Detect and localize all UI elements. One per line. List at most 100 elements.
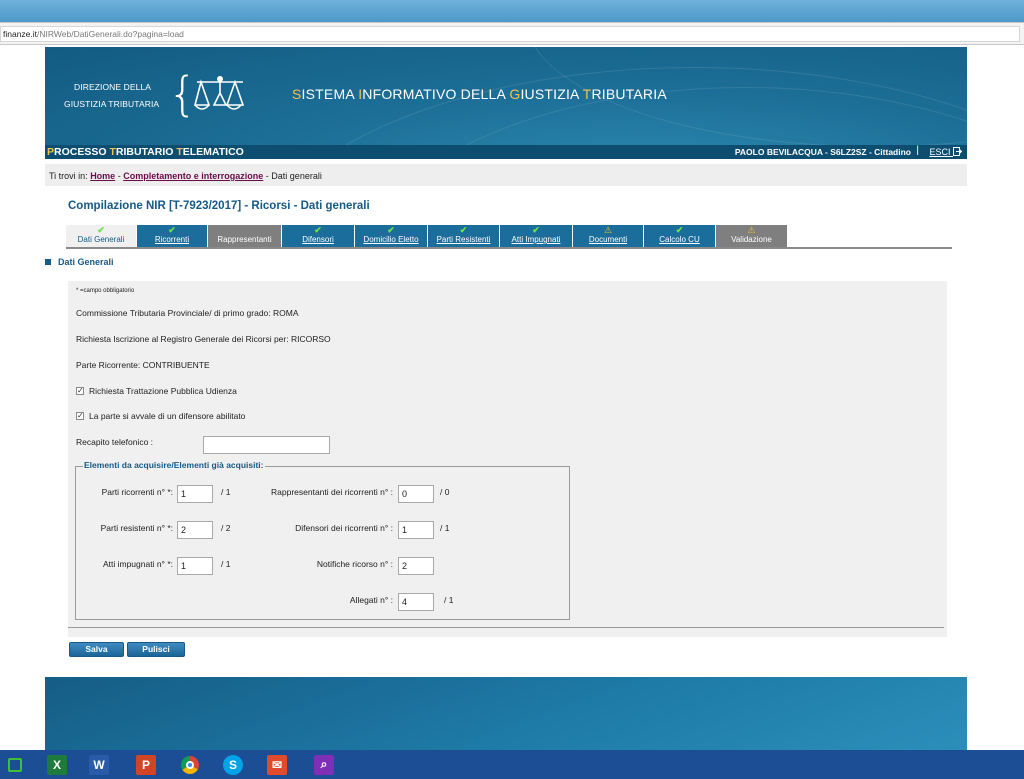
warning-icon: ⚠ (603, 225, 613, 235)
app-title-bar: PROCESSO TRIBUTARIO TELEMATICO PAOLO BEV… (45, 145, 967, 159)
breadcrumb-prefix: Ti trovi in: (49, 171, 88, 181)
tab-label: Documenti (588, 235, 628, 244)
logout-link[interactable]: ESCI (929, 147, 963, 157)
tab-bar: ✔ Dati Generali ✔ Ricorrenti Rappresentant… (66, 225, 788, 247)
tab-rappresentanti[interactable]: Rappresentanti (208, 225, 282, 247)
breadcrumb-separator: - (265, 171, 269, 181)
clear-button[interactable]: Pulisci (127, 642, 185, 657)
url-field[interactable]: finanze.it/NIRWeb/DatiGenerali.do?pagina… (0, 26, 1020, 42)
app-title: PROCESSO TRIBUTARIO TELEMATICO (47, 146, 244, 158)
check-icon: ✔ (675, 225, 684, 235)
mail-icon[interactable]: ✉ (262, 752, 292, 777)
required-note: * =campo obbligatorio (76, 288, 135, 294)
tab-label: Parti Resistenti (436, 235, 491, 244)
header-separator: | (916, 145, 919, 156)
allegati-label: Allegati n° : (349, 595, 393, 605)
section-header: Dati Generali (45, 257, 114, 267)
skype-icon[interactable]: S (218, 752, 248, 777)
page-title: Compilazione NIR [T-7923/2017] - Ricorsi… (68, 200, 370, 212)
store-icon[interactable] (0, 752, 30, 777)
tab-label: Validazione (731, 235, 772, 244)
url-host: finanze.it (3, 29, 38, 39)
warning-icon: ⚠ (747, 225, 756, 235)
notifiche-label: Notifiche ricorso n° : (316, 559, 393, 569)
breadcrumb-completamento-link[interactable]: Completamento e interrogazione (123, 171, 263, 181)
tab-calcolo-cu[interactable]: ✔ Calcolo CU (644, 225, 716, 247)
difensori-input[interactable]: 1 (398, 521, 434, 539)
rappresentanti-total: / 0 (440, 487, 450, 497)
tab-label: Calcolo CU (659, 235, 700, 244)
rappresentanti-input[interactable]: 0 (398, 485, 434, 503)
search-app-icon[interactable]: ⌕ (309, 752, 339, 777)
tab-dati-generali[interactable]: ✔ Dati Generali (66, 225, 137, 247)
tab-underline (66, 247, 952, 249)
logout-icon (953, 147, 963, 156)
form-divider (68, 627, 944, 628)
url-path: /NIRWeb/DatiGenerali.do?pagina=load (37, 29, 184, 39)
tab-validazione[interactable]: ⚠ Validazione (716, 225, 788, 247)
section-bullet-icon (45, 259, 51, 265)
check-icon: ✔ (168, 225, 176, 235)
check-icon: ✔ (387, 225, 395, 235)
tab-ricorrenti[interactable]: ✔ Ricorrenti (137, 225, 208, 247)
check-icon: ✔ (97, 225, 105, 235)
rappresentanti-label: Rappresentanti dei ricorrenti n° : (271, 487, 393, 497)
tab-domicilio-eletto[interactable]: ✔ Domicilio Eletto (355, 225, 428, 247)
recapito-telefonico-input[interactable] (203, 436, 330, 454)
form-panel: * =campo obbligatorio Commissione Tribut… (68, 281, 947, 637)
check-icon: ✔ (314, 225, 322, 235)
excel-icon[interactable]: X (42, 752, 72, 777)
tab-label: Rappresentanti (217, 235, 272, 244)
breadcrumb-separator: - (117, 171, 121, 181)
check-icon: ✔ (532, 225, 540, 235)
notifiche-input[interactable]: 2 (398, 557, 434, 575)
parte-ricorrente-text: Parte Ricorrente: CONTRIBUENTE (76, 360, 210, 370)
tab-documenti[interactable]: ⚠ Documenti (573, 225, 644, 247)
recapito-label: Recapito telefonico : (76, 437, 154, 447)
system-title: SISTEMA INFORMATIVO DELLA GIUSTIZIA TRIB… (292, 86, 667, 102)
atti-impugnati-input[interactable]: 1 (177, 557, 213, 575)
tab-difensori[interactable]: ✔ Difensori (282, 225, 355, 247)
difensore-checkbox[interactable]: ✓ (76, 412, 84, 420)
browser-title-bar (0, 0, 1024, 22)
parti-ricorrenti-input[interactable]: 1 (177, 485, 213, 503)
breadcrumb: Ti trovi in: Home - Completamento e inte… (49, 171, 322, 181)
chrome-icon[interactable] (175, 752, 205, 777)
address-bar[interactable]: finanze.it/NIRWeb/DatiGenerali.do?pagina… (0, 22, 1024, 45)
scales-icon (193, 75, 245, 110)
breadcrumb-current: Dati generali (271, 171, 322, 181)
direzione-line1: DIREZIONE DELLA (74, 82, 152, 92)
tab-atti-impugnati[interactable]: ✔ Atti Impugnati (500, 225, 573, 247)
site-banner: DIREZIONE DELLA GIUSTIZIA TRIBUTARIA { S… (45, 47, 967, 145)
direzione-line2: GIUSTIZIA TRIBUTARIA (64, 99, 160, 109)
parti-ricorrenti-label: Parti ricorrenti n° *: (101, 487, 173, 497)
elementi-legend: Elementi da acquisire/Elementi già acqui… (83, 460, 265, 470)
tab-label: Ricorrenti (154, 235, 190, 244)
parti-resistenti-input[interactable]: 2 (177, 521, 213, 539)
tab-label: Domicilio Eletto (363, 235, 419, 244)
udienza-checkbox[interactable]: ✓ (76, 387, 84, 395)
tab-label: Atti Impugnati (511, 235, 561, 244)
save-button[interactable]: Salva (69, 642, 124, 657)
section-title: Dati Generali (58, 257, 114, 267)
check-icon: ✔ (459, 225, 468, 235)
breadcrumb-home-link[interactable]: Home (90, 171, 115, 181)
powerpoint-icon[interactable]: P (131, 752, 161, 777)
commissione-text: Commissione Tributaria Provinciale/ di p… (76, 308, 299, 318)
allegati-total: / 1 (444, 595, 454, 605)
tab-parti-resistenti[interactable]: ✔ Parti Resistenti (428, 225, 500, 247)
difensori-label: Difensori dei ricorrenti n° : (295, 523, 393, 533)
parti-resistenti-label: Parti resistenti n° *: (100, 523, 173, 533)
tab-label: Difensori (302, 235, 334, 244)
page-footer-band (45, 677, 967, 750)
breadcrumb-bar: Ti trovi in: Home - Completamento e inte… (45, 164, 967, 186)
atti-impugnati-label: Atti impugnati n° *: (102, 559, 173, 569)
udienza-label: Richiesta Trattazione Pubblica Udienza (89, 386, 237, 396)
user-info: PAOLO BEVILACQUA - S6LZ2SZ - Cittadino (734, 147, 911, 157)
word-icon[interactable]: W (84, 752, 114, 777)
taskbar: X W P S ✉ ⌕ (0, 750, 1024, 779)
allegati-input[interactable]: 4 (398, 593, 434, 611)
difensore-label: La parte si avvale di un difensore abili… (89, 411, 246, 421)
richiesta-text: Richiesta Iscrizione al Registro General… (76, 334, 331, 344)
difensori-total: / 1 (440, 523, 450, 533)
